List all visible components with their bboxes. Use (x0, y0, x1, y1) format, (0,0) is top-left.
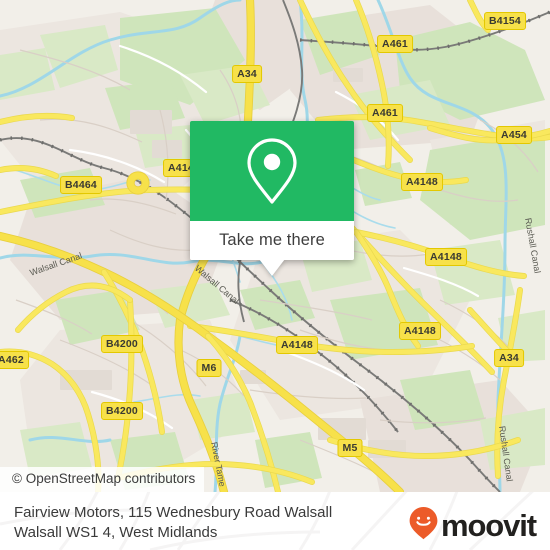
road-shield: M6 (196, 359, 222, 377)
road-shield: A34 (232, 65, 262, 83)
road-shield: A4148 (401, 173, 443, 191)
map-screenshot: .park{fill:#cfe5bb;} .park2{fill:#d9e9c6… (0, 0, 550, 550)
road-shield: B4200 (101, 335, 143, 353)
popup-action-bar[interactable]: Take me there (190, 221, 354, 260)
map-canvas[interactable]: .park{fill:#cfe5bb;} .park2{fill:#d9e9c6… (0, 0, 550, 492)
road-shield: M5 (337, 439, 363, 457)
road-shield: B4200 (101, 402, 143, 420)
location-address: Fairview Motors, 115 Wednesbury Road Wal… (14, 503, 404, 543)
moovit-pin-icon (408, 506, 439, 545)
moovit-wordmark: moovit (440, 508, 537, 543)
road-shield: A4148 (399, 322, 441, 340)
take-me-there-button[interactable]: Take me there (219, 231, 325, 250)
address-line-2: Walsall WS1 4, West Midlands (14, 524, 218, 541)
address-line-1: Fairview Motors, 115 Wednesbury Road Wal… (14, 504, 333, 521)
road-shield: A462 (0, 351, 29, 369)
road-shield: A461 (377, 35, 413, 53)
footer-bar: Fairview Motors, 115 Wednesbury Road Wal… (0, 492, 550, 550)
road-shield: A461 (367, 104, 403, 122)
popup-pointer-tail (259, 259, 285, 276)
moovit-logo[interactable]: moovit (408, 506, 537, 545)
popup-header (190, 121, 354, 221)
osm-attribution[interactable]: © OpenStreetMap contributors (0, 467, 205, 492)
road-shield: B4154 (484, 12, 526, 30)
road-shield: A4148 (276, 336, 318, 354)
location-pin-icon (243, 135, 301, 207)
location-popup-card[interactable]: Take me there (190, 121, 354, 276)
road-shield: A34 (494, 349, 524, 367)
road-shield: A454 (496, 126, 532, 144)
road-shield: B4464 (60, 176, 102, 194)
road-shield: A4148 (425, 248, 467, 266)
